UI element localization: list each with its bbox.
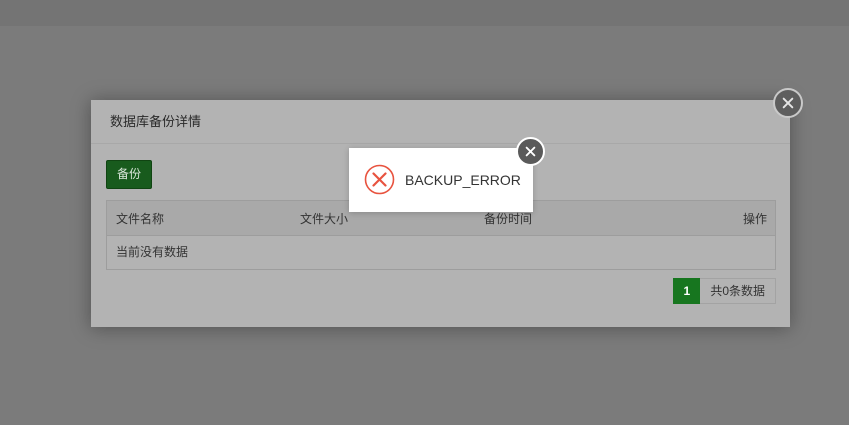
page-background xyxy=(0,0,849,26)
pagination: 1 共0条数据 xyxy=(673,278,776,304)
toast-message: BACKUP_ERROR xyxy=(405,172,521,188)
close-icon xyxy=(782,97,794,109)
column-header-actions: 操作 xyxy=(742,211,767,226)
column-header-filename: 文件名称 xyxy=(116,211,165,226)
toast-close-button[interactable] xyxy=(516,137,545,166)
dialog-close-button[interactable] xyxy=(773,88,803,118)
backup-button[interactable]: 备份 xyxy=(106,160,152,189)
column-header-filesize: 文件大小 xyxy=(300,211,349,226)
pagination-total: 共0条数据 xyxy=(700,278,776,304)
close-icon xyxy=(525,146,536,157)
page-button-current[interactable]: 1 xyxy=(673,278,701,304)
column-header-backup-time: 备份时间 xyxy=(484,211,533,226)
dialog-title: 数据库备份详情 xyxy=(91,100,790,144)
error-icon xyxy=(364,164,395,195)
error-toast: BACKUP_ERROR xyxy=(349,148,533,212)
backup-details-dialog: 数据库备份详情 备份 文件名称 文件大小 备份时间 操作 当前没有数据 1 共0… xyxy=(91,100,790,327)
empty-table-message: 当前没有数据 xyxy=(116,245,189,259)
